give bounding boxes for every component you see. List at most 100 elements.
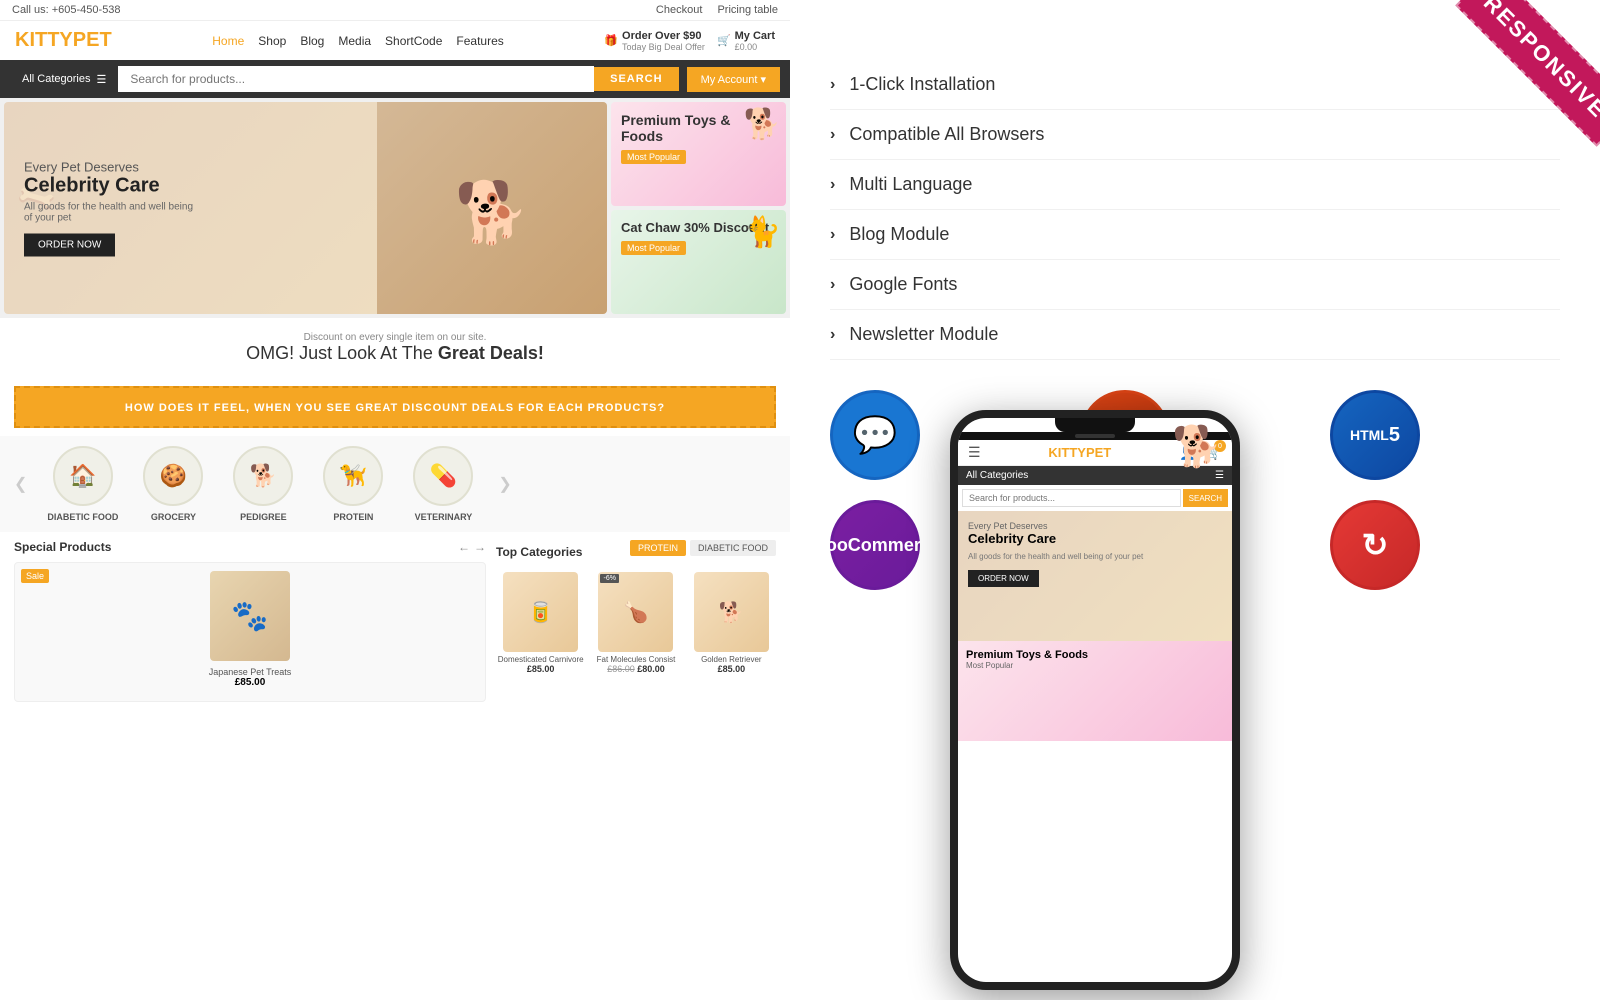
nav-shortcode[interactable]: ShortCode — [385, 34, 442, 48]
responsive-ribbon: RESPONSIVE — [1400, 0, 1600, 200]
top-cat-header: Top Categories PROTEIN DIABETIC FOOD — [496, 540, 776, 564]
feature-label-4: Blog Module — [849, 224, 949, 245]
feature-5: › Google Fonts — [830, 260, 1560, 310]
ribbon-text: RESPONSIVE — [1455, 0, 1600, 147]
order-sub: Today Big Deal Offer — [622, 42, 705, 52]
cart-value: £0.00 — [735, 42, 775, 52]
account-button[interactable]: My Account ▾ — [687, 67, 780, 92]
nav-blog[interactable]: Blog — [300, 34, 324, 48]
feature-label-1: 1-Click Installation — [849, 74, 995, 95]
phone-search-input[interactable] — [962, 489, 1181, 507]
cat-prev-arrow[interactable]: ❮ — [14, 474, 27, 494]
feature-4: › Blog Module — [830, 210, 1560, 260]
new-price: £80.00 — [637, 664, 665, 674]
phone-search-button[interactable]: SEARCH — [1183, 489, 1228, 507]
small-product-name-2: Fat Molecules Consist — [591, 655, 680, 664]
small-product-1[interactable]: 🥫 Domesticated Carnivore £85.00 — [496, 572, 585, 674]
search-button[interactable]: SEARCH — [594, 67, 678, 91]
menu-icon: ☰ — [96, 73, 106, 86]
tech-icon-html5[interactable]: HTML5 — [1330, 390, 1420, 480]
small-product-name-3: Golden Retriever — [687, 655, 776, 664]
phone-section2: Premium Toys & Foods Most Popular 🐕 — [958, 641, 1232, 741]
cat-next-arrow[interactable]: ❯ — [498, 474, 511, 494]
nav-home[interactable]: Home — [212, 34, 244, 48]
deals-title: OMG! Just Look At The Great Deals! — [14, 343, 776, 364]
tab-protein[interactable]: PROTEIN — [630, 540, 686, 556]
phone-hero-title: Celebrity Care — [968, 531, 1222, 546]
category-grocery[interactable]: 🍪 GROCERY — [138, 446, 208, 522]
grocery-icon: 🍪 — [143, 446, 203, 506]
tech-icon-woo[interactable]: WooCommerce — [830, 500, 920, 590]
phone-logo-kitty: KITTY — [1048, 445, 1086, 460]
category-pedigree[interactable]: 🐕 PEDIGREE — [228, 446, 298, 522]
category-protein[interactable]: 🦮 PROTEIN — [318, 446, 388, 522]
special-nav-arrows: ← → — [458, 540, 486, 554]
header: KITTYPET Home Shop Blog Media ShortCode … — [0, 21, 790, 60]
grocery-label: GROCERY — [151, 512, 196, 522]
small-product-name-1: Domesticated Carnivore — [496, 655, 585, 664]
category-diabetic[interactable]: 🏠 DIABETIC FOOD — [47, 446, 118, 522]
arrow-icon-2: › — [830, 126, 835, 144]
feature-label-6: Newsletter Module — [849, 324, 998, 345]
nav-media[interactable]: Media — [338, 34, 371, 48]
phone-side-desc: Most Popular — [966, 661, 1224, 670]
order-label: Order Over $90 — [622, 30, 705, 42]
hero-title: Celebrity Care — [24, 175, 204, 198]
categories-button[interactable]: All Categories ☰ — [10, 67, 118, 92]
product-image: 🐾 — [210, 571, 290, 661]
checkout-link[interactable]: Checkout — [656, 4, 702, 16]
feature-label-3: Multi Language — [849, 174, 972, 195]
phone-order-button[interactable]: ORDER NOW — [968, 570, 1039, 587]
tech-icon-chat[interactable]: 💬 — [830, 390, 920, 480]
search-bar: All Categories ☰ SEARCH My Account ▾ — [0, 60, 790, 98]
order-now-button[interactable]: ORDER NOW — [24, 234, 115, 257]
nav-features[interactable]: Features — [456, 34, 503, 48]
preview-panel: Call us: +605-450-538 Checkout Pricing t… — [0, 0, 790, 1000]
small-product-img-2: -6% 🍗 — [598, 572, 673, 652]
feature-label-5: Google Fonts — [849, 274, 957, 295]
deals-normal: OMG! Just Look At The — [246, 343, 438, 363]
small-product-img-1: 🥫 — [503, 572, 578, 652]
phone-outer: ☰ KITTYPET 👤 🛒0 All Categories ☰ — [950, 410, 1240, 990]
tech-icon-refresh[interactable]: ↻ — [1330, 500, 1420, 590]
special-product-card[interactable]: Sale 🐾 Japanese Pet Treats £85.00 — [14, 562, 486, 702]
top-bar: Call us: +605-450-538 Checkout Pricing t… — [0, 0, 790, 21]
hero-side-cat: Cat Chaw 30% Discount 🐈 Most Popular — [611, 210, 786, 314]
arrow-icon-5: › — [830, 276, 835, 294]
small-product-3[interactable]: 🐕 Golden Retriever £85.00 — [687, 572, 776, 674]
most-popular-badge-2: Most Popular — [621, 241, 686, 255]
nav-shop[interactable]: Shop — [258, 34, 286, 48]
search-input[interactable] — [118, 66, 594, 92]
vet-label: VETERINARY — [415, 512, 473, 522]
arrow-icon-3: › — [830, 176, 835, 194]
phone-logo: KITTYPET — [1048, 445, 1111, 460]
arrow-icon-1: › — [830, 76, 835, 94]
phone-hero-subtitle: Every Pet Deserves — [968, 521, 1222, 531]
call-us: Call us: +605-450-538 — [12, 4, 121, 16]
products-section: Special Products ← → Sale 🐾 Japanese Pet… — [0, 532, 790, 710]
tab-diabetic[interactable]: DIABETIC FOOD — [690, 540, 776, 556]
special-title: Special Products — [14, 540, 111, 554]
category-veterinary[interactable]: 💊 VETERINARY — [408, 446, 478, 522]
old-price: £86.00 — [607, 664, 635, 674]
cart-label: My Cart — [735, 30, 775, 42]
phone-screen: ☰ KITTYPET 👤 🛒0 All Categories ☰ — [958, 418, 1232, 982]
pricing-link[interactable]: Pricing table — [717, 4, 778, 16]
header-icons: 🎁 Order Over $90 Today Big Deal Offer 🛒 … — [604, 30, 775, 52]
logo-pet: PET — [73, 29, 112, 51]
small-product-2[interactable]: -6% 🍗 Fat Molecules Consist £86.00 £80.0… — [591, 572, 680, 674]
phone-hero: Every Pet Deserves Celebrity Care All go… — [958, 511, 1232, 641]
protein-label: PROTEIN — [333, 512, 373, 522]
special-prev[interactable]: ← — [458, 540, 470, 554]
hero-side: Premium Toys & Foods 🐕 Most Popular Cat … — [611, 102, 786, 314]
special-next[interactable]: → — [474, 540, 486, 554]
deals-subtitle: Discount on every single item on our sit… — [14, 332, 776, 343]
logo-kitty: KITTY — [15, 29, 73, 51]
sale-badge: Sale — [21, 569, 49, 583]
logo: KITTYPET — [15, 29, 112, 52]
pedigree-label: PEDIGREE — [240, 512, 287, 522]
phone-side-title: Premium Toys & Foods — [966, 649, 1224, 661]
order-icon-item: 🎁 Order Over $90 Today Big Deal Offer — [604, 30, 705, 52]
cart-icon-item[interactable]: 🛒 My Cart £0.00 — [717, 30, 775, 52]
vet-icon: 💊 — [413, 446, 473, 506]
